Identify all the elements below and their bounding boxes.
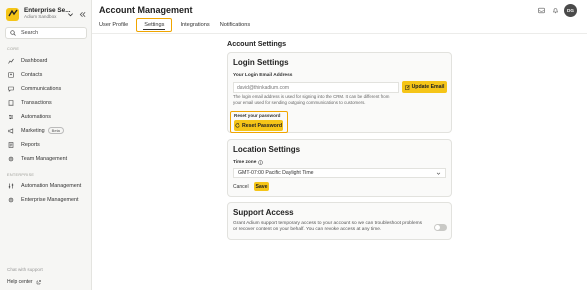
sidebar-item-label: Automation Management bbox=[21, 182, 82, 189]
org-subtitle: Adium Sandbox bbox=[24, 14, 57, 20]
sidebar-item-transactions[interactable]: Transactions bbox=[5, 97, 87, 108]
update-email-label: Update Email bbox=[411, 84, 445, 90]
location-settings-card: Location Settings Time zone GMT-07:00 Pa… bbox=[227, 139, 452, 197]
tab-notifications[interactable]: Notifications bbox=[220, 18, 250, 32]
reset-password-label: Reset Password bbox=[241, 122, 283, 129]
megaphone-icon bbox=[8, 127, 14, 134]
nav-section-label: CORE bbox=[7, 47, 20, 51]
support-access-toggle[interactable] bbox=[434, 224, 447, 231]
timezone-label: Time zone bbox=[233, 160, 257, 165]
header-divider bbox=[92, 33, 587, 34]
sidebar-item-enterprise-management[interactable]: Enterprise Management bbox=[5, 194, 87, 205]
chevron-down-icon[interactable] bbox=[66, 10, 74, 18]
card-title: Login Settings bbox=[233, 58, 289, 67]
edit-icon bbox=[404, 84, 410, 90]
sidebar-item-label: Transactions bbox=[21, 99, 52, 106]
automation-icon bbox=[9, 114, 13, 119]
tab-user-profile[interactable]: User Profile bbox=[99, 18, 128, 32]
support-access-card: Support Access Grant Adium support tempo… bbox=[227, 202, 452, 240]
page-title: Account Management bbox=[99, 5, 193, 15]
sliders-icon bbox=[8, 183, 14, 188]
org-switcher[interactable]: Enterprise Se... Adium Sandbox bbox=[0, 0, 91, 24]
gear-icon bbox=[8, 156, 14, 161]
sidebar-item-automation-management[interactable]: Automation Management bbox=[5, 180, 87, 191]
info-icon bbox=[258, 160, 264, 165]
reset-password-button[interactable]: Reset Password bbox=[234, 120, 283, 131]
sidebar: Enterprise Se... Adium Sandbox Search CO… bbox=[0, 0, 92, 290]
help-center-link[interactable]: Help center bbox=[7, 279, 41, 285]
section-title: Account Settings bbox=[227, 39, 287, 48]
update-email-button[interactable]: Update Email bbox=[402, 81, 447, 93]
nav-section-label: ENTERPRISE bbox=[7, 173, 35, 177]
sidebar-item-label: Team Management bbox=[21, 155, 68, 162]
sidebar-item-contacts[interactable]: Contacts bbox=[5, 69, 87, 80]
sidebar-item-label: Automations bbox=[21, 113, 51, 120]
sidebar-item-label: Communications bbox=[21, 85, 62, 92]
email-label: Your Login Email Address bbox=[233, 73, 293, 78]
sidebar-item-label: Reports bbox=[21, 141, 40, 148]
brand-logo-icon bbox=[6, 7, 19, 21]
cancel-button[interactable]: Cancel bbox=[233, 182, 249, 191]
sidebar-item-label: Dashboard bbox=[21, 57, 48, 64]
sidebar-item-marketing[interactable]: Marketing Beta bbox=[5, 125, 87, 136]
search-placeholder: Search bbox=[21, 30, 39, 36]
sidebar-item-team-management[interactable]: Team Management bbox=[5, 153, 87, 164]
external-link-icon bbox=[36, 279, 41, 284]
dashboard-icon bbox=[8, 58, 14, 64]
sidebar-item-automations[interactable]: Automations bbox=[5, 111, 87, 122]
collapse-sidebar-icon[interactable] bbox=[78, 10, 86, 18]
search-input[interactable]: Search bbox=[5, 27, 87, 39]
help-center-label: Help center bbox=[7, 279, 33, 285]
chat-icon bbox=[8, 86, 14, 92]
bell-icon[interactable] bbox=[550, 6, 560, 16]
receipt-icon bbox=[8, 99, 14, 106]
save-button[interactable]: Save bbox=[254, 182, 269, 191]
timezone-select[interactable]: GMT-07:00 Pacific Daylight Time bbox=[233, 168, 446, 178]
timezone-label-row: Time zone bbox=[233, 160, 264, 165]
card-title: Location Settings bbox=[233, 145, 301, 154]
gear-icon bbox=[8, 197, 14, 202]
sidebar-item-label: Enterprise Management bbox=[21, 196, 79, 203]
sidebar-item-label: Contacts bbox=[21, 71, 43, 78]
refresh-icon bbox=[235, 123, 240, 128]
email-field[interactable]: david@thinkadium.com bbox=[233, 82, 399, 93]
sidebar-item-label: Marketing bbox=[21, 127, 45, 134]
reset-password-highlight: Reset your password Reset Password bbox=[230, 111, 288, 133]
tab-integrations[interactable]: Integrations bbox=[180, 18, 209, 32]
chevron-down-icon bbox=[436, 172, 441, 175]
chat-support-link[interactable]: Chat with support bbox=[7, 267, 43, 272]
tab-bar: User Profile Settings Integrations Notif… bbox=[99, 18, 260, 32]
support-description: Grant Adium support temporary access to … bbox=[233, 221, 423, 233]
avatar[interactable]: DG bbox=[564, 4, 577, 17]
email-value: david@thinkadium.com bbox=[237, 84, 290, 91]
card-title: Support Access bbox=[233, 208, 294, 217]
sidebar-item-reports[interactable]: Reports bbox=[5, 139, 87, 150]
email-help-text: The login email address is used for sign… bbox=[233, 94, 390, 105]
beta-badge: Beta bbox=[47, 127, 64, 134]
search-icon bbox=[10, 30, 16, 36]
sidebar-item-communications[interactable]: Communications bbox=[5, 83, 87, 94]
login-settings-card: Login Settings Your Login Email Address … bbox=[227, 52, 452, 133]
report-icon bbox=[8, 141, 14, 148]
contacts-icon bbox=[8, 71, 14, 78]
reset-label: Reset your password bbox=[234, 113, 281, 118]
inbox-icon[interactable] bbox=[536, 6, 546, 16]
tab-settings[interactable]: Settings bbox=[136, 18, 173, 32]
timezone-value: GMT-07:00 Pacific Daylight Time bbox=[238, 170, 314, 176]
sidebar-item-dashboard[interactable]: Dashboard bbox=[5, 55, 87, 66]
